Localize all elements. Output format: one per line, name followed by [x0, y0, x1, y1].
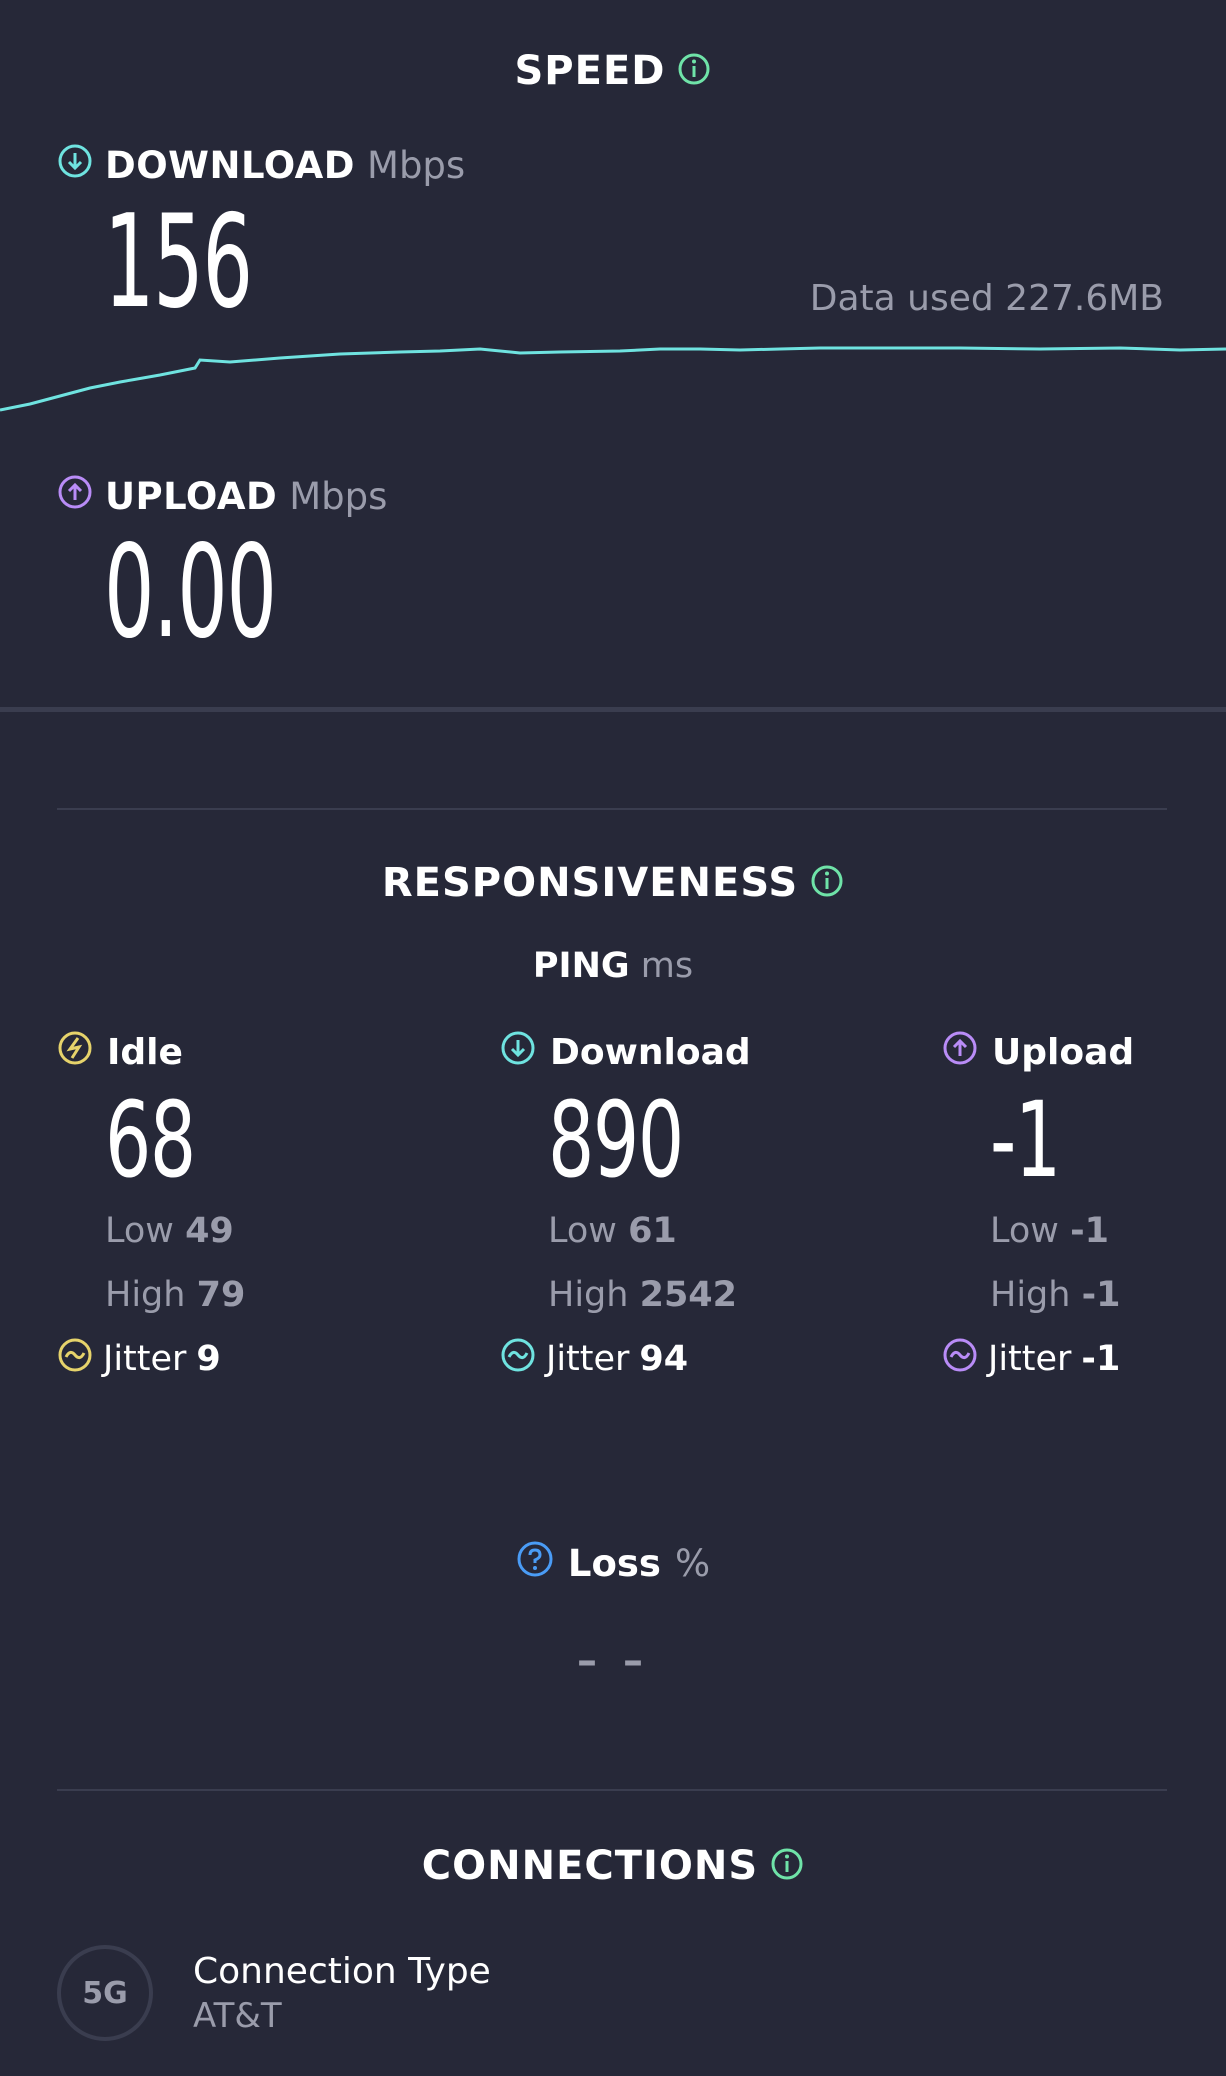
loss-label: Loss [567, 1542, 661, 1585]
section-divider [0, 707, 1226, 712]
idle-low: Low 49 [105, 1199, 437, 1263]
idle-ping-value: 68 [105, 1079, 196, 1201]
lightning-icon [57, 1030, 93, 1075]
info-icon[interactable] [770, 1845, 804, 1891]
jitter-label: Jitter [546, 1339, 630, 1379]
upload-high: High -1 [990, 1263, 1212, 1327]
download-ping-label: Download [550, 1032, 751, 1073]
upload-label-row: UPLOAD Mbps [57, 474, 387, 519]
network-5g-badge: 5G [57, 1945, 153, 2041]
high-label: High [105, 1275, 186, 1315]
divider [57, 808, 1167, 810]
download-ping-value: 890 [548, 1079, 684, 1201]
download-speed-graph [0, 346, 1226, 412]
jitter-label: Jitter [103, 1339, 187, 1379]
connection-provider: AT&T [193, 1995, 282, 2036]
loss-unit: % [674, 1542, 711, 1585]
upload-jitter: Jitter -1 [942, 1327, 1212, 1391]
high-label: High [548, 1275, 629, 1315]
jitter-value: 9 [196, 1339, 221, 1379]
download-label: DOWNLOAD [105, 144, 356, 187]
download-low: Low 61 [548, 1199, 880, 1263]
upload-low: Low -1 [990, 1199, 1212, 1263]
connection-type-text: Connection Type AT&T [193, 1951, 491, 2036]
upload-speed-value: 0.00 [104, 518, 277, 667]
connections-title-text: CONNECTIONS [421, 1843, 759, 1889]
download-jitter: Jitter 94 [500, 1327, 880, 1391]
download-ping-header: Download [500, 1030, 880, 1075]
download-speed-value: 156 [104, 188, 253, 337]
idle-label: Idle [107, 1032, 183, 1073]
download-label-row: DOWNLOAD Mbps [57, 143, 465, 188]
loss-header: Loss % [0, 1540, 1226, 1587]
responsiveness-title: RESPONSIVENESS [0, 860, 1226, 908]
arrow-down-icon [500, 1030, 536, 1075]
jitter-icon [500, 1337, 536, 1382]
jitter-value: 94 [639, 1339, 689, 1379]
idle-high: High 79 [105, 1263, 437, 1327]
jitter-value: -1 [1081, 1339, 1121, 1379]
low-label: Low [548, 1211, 617, 1251]
upload-ping-value: -1 [990, 1079, 1061, 1201]
question-icon[interactable] [516, 1540, 554, 1587]
high-value: 2542 [639, 1275, 738, 1315]
arrow-up-icon [57, 474, 93, 519]
jitter-icon [57, 1337, 93, 1382]
low-label: Low [990, 1211, 1059, 1251]
connections-title: CONNECTIONS [0, 1843, 1226, 1891]
jitter-label: Jitter [988, 1339, 1072, 1379]
low-value: 49 [185, 1211, 234, 1251]
ping-idle-column: Idle 68 Low 49 High 79 Jitter 9 [57, 1030, 437, 1391]
low-value: 61 [628, 1211, 677, 1251]
arrow-down-icon [57, 143, 93, 188]
ping-header: PING ms [0, 946, 1226, 986]
info-icon[interactable] [677, 50, 711, 96]
upload-ping-label: Upload [992, 1032, 1135, 1073]
data-used-label: Data used 227.6MB [809, 278, 1164, 319]
high-value: 79 [196, 1275, 246, 1315]
idle-header: Idle [57, 1030, 437, 1075]
info-icon[interactable] [810, 862, 844, 908]
speed-title: SPEED [0, 48, 1226, 96]
divider [57, 1789, 1167, 1791]
download-high: High 2542 [548, 1263, 880, 1327]
connection-type-label: Connection Type [193, 1950, 491, 1992]
upload-ping-header: Upload [942, 1030, 1212, 1075]
ping-label: PING [532, 946, 630, 986]
upload-label: UPLOAD [105, 475, 278, 518]
ping-unit: ms [640, 946, 694, 986]
speed-title-text: SPEED [514, 48, 666, 94]
ping-download-column: Download 890 Low 61 High 2542 Jitter 94 [500, 1030, 880, 1391]
jitter-icon [942, 1337, 978, 1382]
responsiveness-title-text: RESPONSIVENESS [381, 860, 799, 906]
arrow-up-icon [942, 1030, 978, 1075]
connection-type-row: 5G Connection Type AT&T [57, 1945, 491, 2041]
loss-value: – – [577, 1638, 649, 1684]
idle-jitter: Jitter 9 [57, 1327, 437, 1391]
low-value: -1 [1070, 1211, 1109, 1251]
low-label: Low [105, 1211, 174, 1251]
high-label: High [990, 1275, 1071, 1315]
ping-upload-column: Upload -1 Low -1 High -1 Jitter -1 [942, 1030, 1212, 1391]
download-unit: Mbps [367, 144, 466, 187]
upload-unit: Mbps [289, 475, 388, 518]
high-value: -1 [1081, 1275, 1121, 1315]
